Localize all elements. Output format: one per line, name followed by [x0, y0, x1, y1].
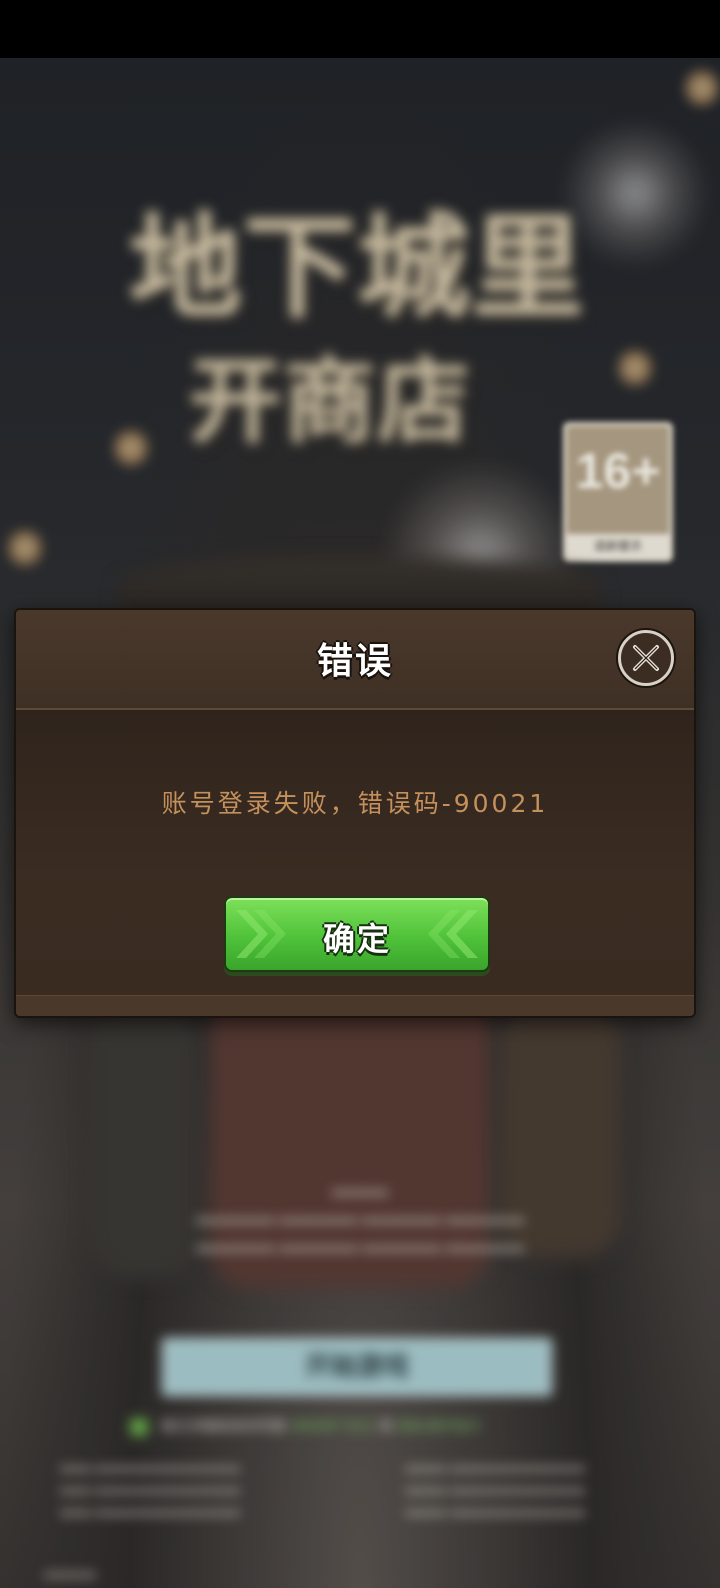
error-dialog: 错误 账号登录失败，错误码-90021 确定 [14, 608, 696, 1018]
confirm-button[interactable]: 确定 [224, 896, 490, 972]
dialog-header: 错误 [16, 610, 694, 710]
close-icon [633, 645, 659, 671]
confirm-button-label: 确定 [322, 920, 391, 958]
dialog-title: 错误 [316, 641, 393, 682]
game-screen: 地下城里 开商店 16+ 适龄提示 ▬▬▬▬▬ ▬▬▬▬▬▬▬ ▬▬▬▬▬▬▬ … [0, 0, 720, 1588]
close-button[interactable] [618, 630, 674, 686]
dialog-body: 账号登录失败，错误码-90021 确定 [16, 710, 694, 1000]
dialog-footer [16, 995, 694, 1016]
error-message: 账号登录失败，错误码-90021 [161, 789, 549, 818]
